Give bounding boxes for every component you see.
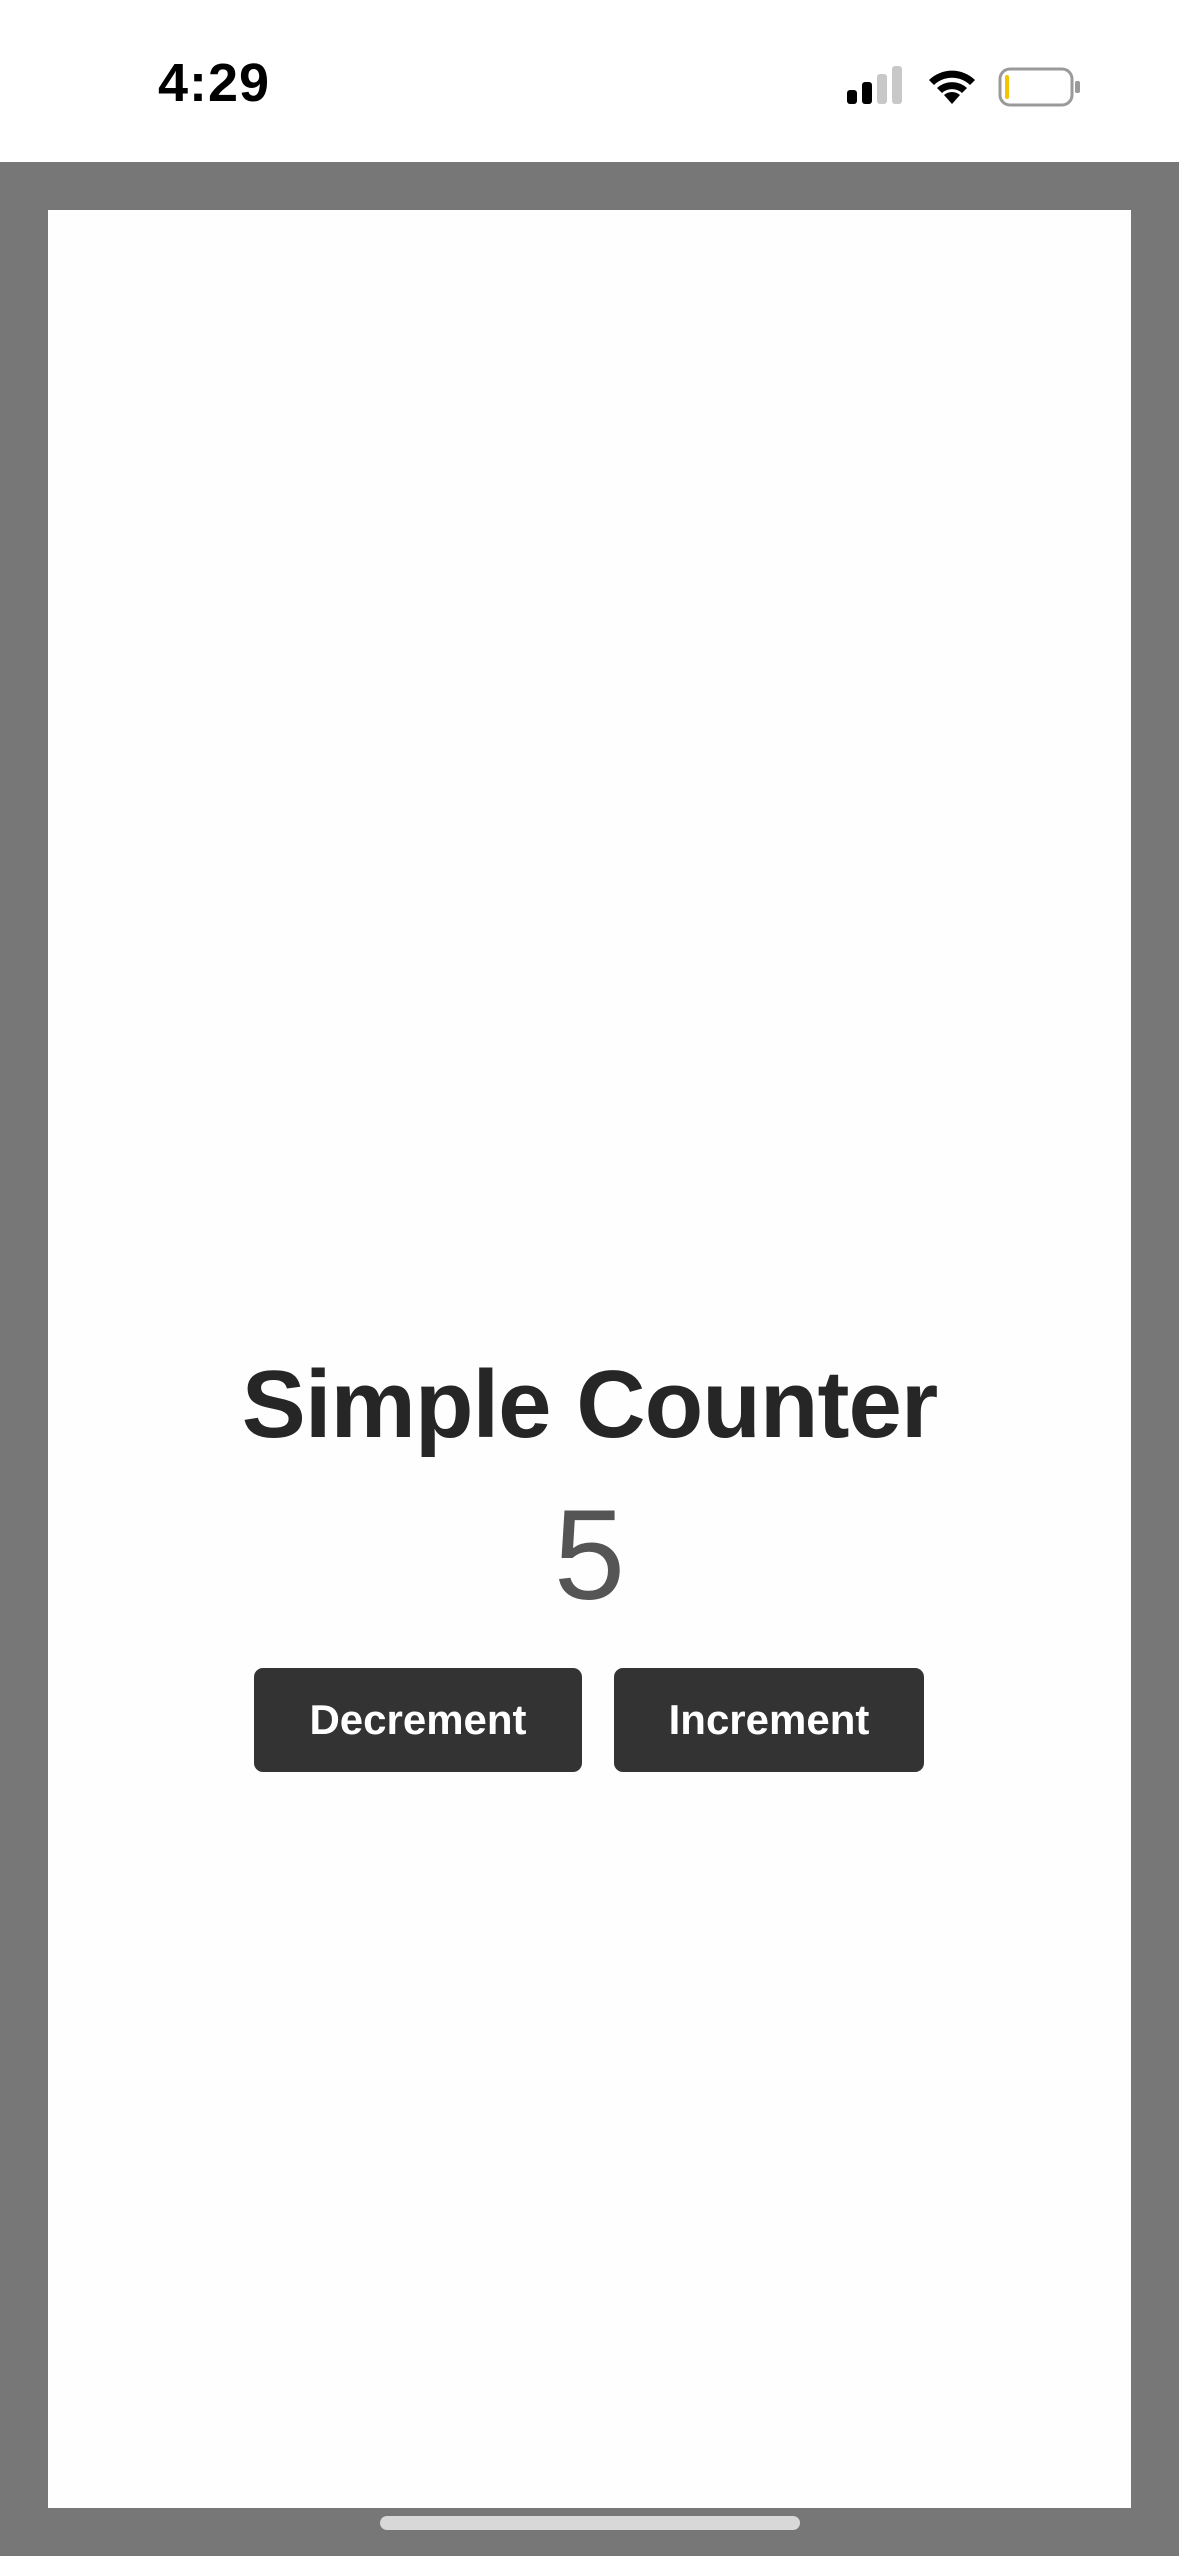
counter-app: Simple Counter 5 Decrement Increment [48,210,1131,2508]
status-time: 4:29 [158,53,271,113]
battery-low-icon [998,67,1080,107]
cellular-signal-icon [847,66,902,104]
decrement-button[interactable]: Decrement [254,1668,582,1772]
page-title: Simple Counter [241,1351,938,1458]
status-bar: 4:29 [0,0,1179,162]
counter-value: 5 [553,1484,626,1627]
app-screen: Simple Counter 5 Decrement Increment [48,210,1131,2508]
increment-button[interactable]: Increment [614,1668,924,1772]
home-indicator[interactable] [380,2516,800,2530]
wifi-icon [929,70,975,104]
